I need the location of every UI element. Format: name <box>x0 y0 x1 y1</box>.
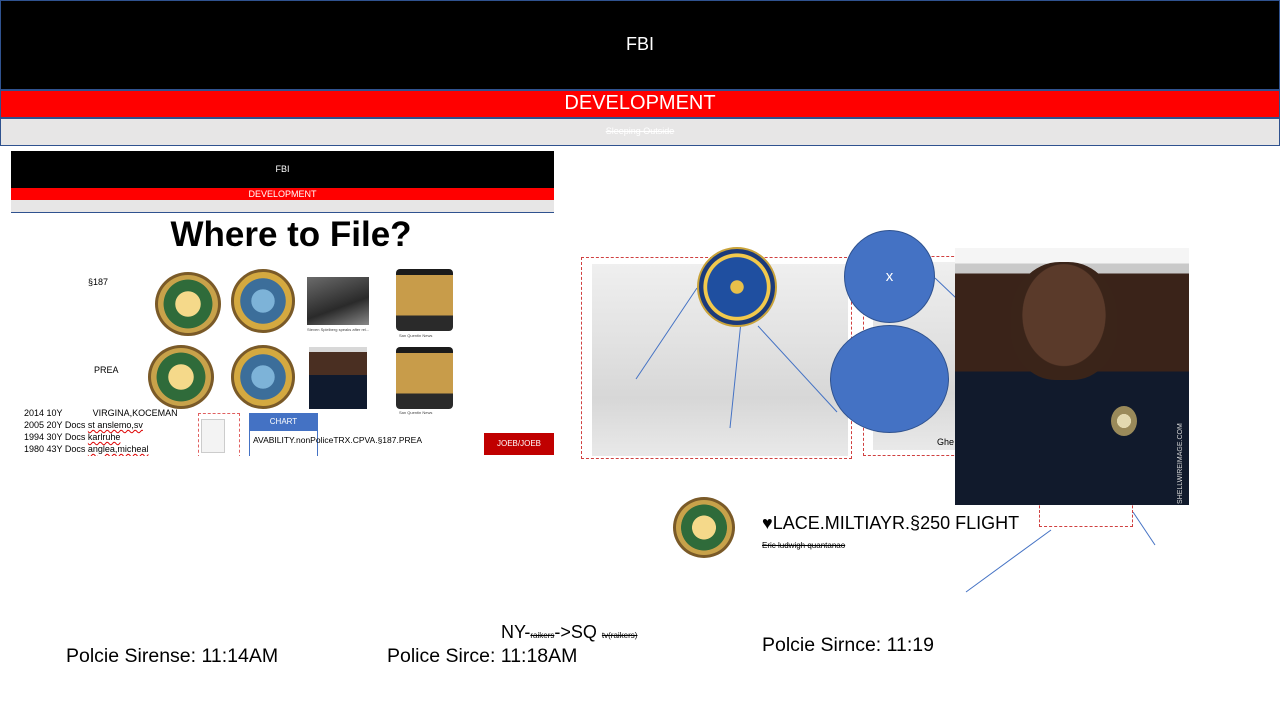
x-circle-label: x <box>885 268 894 285</box>
siren-time-right: Polcie Sirnce: 11:19 <box>762 634 934 656</box>
connector-line <box>965 529 1052 593</box>
officer-portrait-photo: SHELLWIREIMAGE.COM <box>955 248 1189 505</box>
blue-circle[interactable] <box>830 325 949 433</box>
connector-line <box>729 311 743 429</box>
connector-line <box>635 287 698 380</box>
photo-watermark: SHELLWIREIMAGE.COM <box>1177 423 1184 504</box>
connector-line <box>1132 511 1156 546</box>
flight-subtext: Eric ludwigh quantanao <box>762 541 846 550</box>
connector-line <box>757 325 838 413</box>
siren-time-left: Polcie Sirense: 11:14AM <box>66 645 279 667</box>
siren-time-middle: Police Sirce: 11:18AM <box>387 645 578 667</box>
naval-base-seal-image <box>697 247 777 327</box>
flight-text: ♥LACE.MILTIAYR.§250 FLIGHT <box>762 513 1020 533</box>
ny-to-sq-text: NY-raikers->SQ tv(raikers) <box>501 622 638 642</box>
portrait-badge <box>1111 406 1137 436</box>
corrections-seal-image-3 <box>673 497 735 558</box>
connector-line <box>934 277 957 299</box>
portrait-face <box>1011 262 1117 380</box>
